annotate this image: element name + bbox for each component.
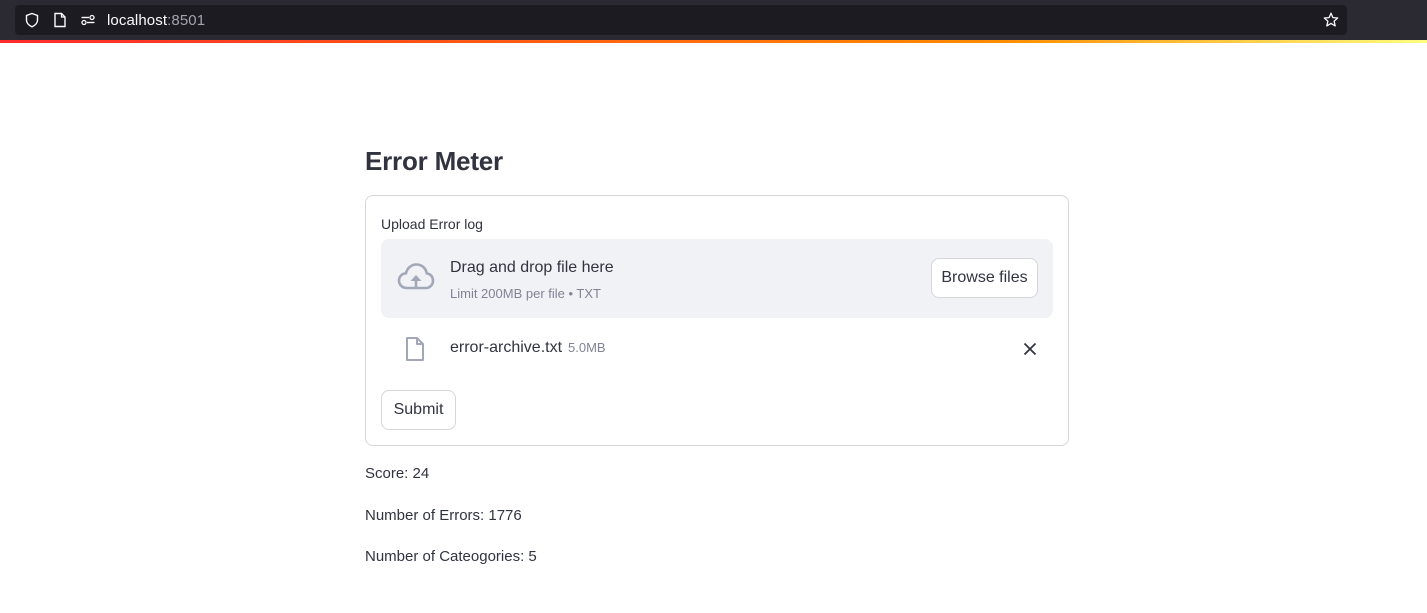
uploaded-file-size: 5.0MB [568, 340, 606, 355]
uploaded-file-row: error-archive.txt 5.0MB [381, 326, 1053, 372]
shield-icon[interactable] [24, 12, 40, 28]
url-host: localhost [107, 11, 168, 29]
browser-toolbar: localhost:8501 [0, 0, 1427, 42]
page-icon[interactable] [52, 12, 68, 28]
permissions-icon[interactable] [80, 12, 96, 28]
score-text: Score: 24 [365, 465, 430, 482]
address-bar[interactable]: localhost:8501 [15, 5, 1347, 35]
dropzone-limit-text: Limit 200MB per file • TXT [450, 286, 601, 301]
file-dropzone[interactable]: Drag and drop file here Limit 200MB per … [381, 239, 1053, 318]
star-icon[interactable] [1323, 12, 1339, 28]
submit-button[interactable]: Submit [381, 390, 456, 430]
url-port: :8501 [167, 11, 206, 29]
page-title: Error Meter [365, 146, 503, 176]
close-icon[interactable] [1022, 341, 1038, 357]
header-decoration-strip [0, 40, 1427, 43]
error-count-text: Number of Errors: 1776 [365, 507, 522, 524]
upload-form: Upload Error log Drag and drop file here… [365, 195, 1069, 446]
category-count-text: Number of Cateogories: 5 [365, 548, 537, 565]
cloud-upload-icon [397, 261, 435, 295]
dropzone-title: Drag and drop file here [450, 259, 614, 276]
uploader-label: Upload Error log [381, 216, 483, 232]
uploaded-file-name: error-archive.txt [450, 339, 563, 356]
file-icon [404, 336, 426, 362]
browse-files-button[interactable]: Browse files [931, 258, 1038, 298]
uploaded-file-name-wrap: error-archive.txt 5.0MB [450, 339, 606, 357]
url-text[interactable]: localhost:8501 [107, 12, 205, 29]
